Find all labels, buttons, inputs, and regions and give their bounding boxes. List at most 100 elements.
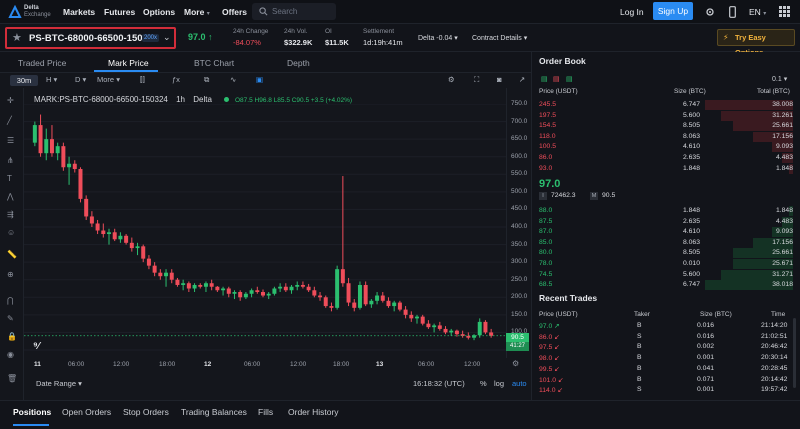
stat-label-24h-change: 24h Change xyxy=(233,28,269,35)
nav-markets[interactable]: Markets xyxy=(63,7,95,17)
eye-icon[interactable]: ◉ xyxy=(7,350,18,361)
percent-scale-toggle[interactable]: % xyxy=(480,379,487,388)
order-book-row[interactable]: 74.5 5.600 31.271 xyxy=(537,269,793,281)
order-book-row[interactable]: 245.5 6.747 38.008 xyxy=(537,100,793,111)
candle-type-icon[interactable]: ⫿⫿ xyxy=(140,75,145,85)
axis-settings-icon[interactable]: ⚙ xyxy=(512,359,519,368)
order-book-row[interactable]: 85.0 8.063 17.156 xyxy=(537,237,793,249)
emoji-icon[interactable]: ☺ xyxy=(7,228,18,239)
row-size: 1.848 xyxy=(682,207,700,214)
order-book-row[interactable]: 118.0 8.063 17.156 xyxy=(537,131,793,143)
interval-h-label: H xyxy=(46,75,52,84)
trash-icon[interactable]: 🗑 xyxy=(7,374,18,385)
tab-open-orders[interactable]: Open Orders xyxy=(62,407,111,417)
price-axis[interactable]: 750.0 700.0 650.0 600.0 550.0 500.0 450.0 400.0… xyxy=(506,88,531,358)
lock-icon[interactable]: 🔒 xyxy=(7,332,18,343)
pattern-icon[interactable]: ⋀ xyxy=(7,192,18,203)
order-book-row[interactable]: 154.5 8.505 25.661 xyxy=(537,121,793,132)
candle-down xyxy=(61,146,66,168)
language-selector[interactable]: EN ▾ xyxy=(749,7,766,17)
auto-scale-toggle[interactable]: auto xyxy=(512,379,527,388)
ruler-icon[interactable]: 📏 xyxy=(7,250,18,261)
candlestick-chart[interactable] xyxy=(24,104,506,354)
crosshair-icon[interactable]: ✛ xyxy=(7,96,18,107)
chevron-down-icon: ▾ xyxy=(116,75,120,84)
order-book-row[interactable]: 87.5 2.635 4.483 xyxy=(537,216,793,228)
popout-icon[interactable]: ↗ xyxy=(519,75,525,84)
delta-logo-icon[interactable] xyxy=(8,5,22,19)
nav-offers[interactable]: Offers xyxy=(222,7,247,17)
trade-size: 0.016 xyxy=(697,322,715,329)
order-book-row[interactable]: 80.0 8.505 25.661 xyxy=(537,248,793,259)
order-book-row[interactable]: 78.0 0.010 25.671 xyxy=(537,259,793,270)
tick-size-dropdown[interactable]: 0.1 ▾ xyxy=(772,75,787,83)
tab-mark-price[interactable]: Mark Price xyxy=(108,58,149,68)
layout-icon[interactable]: ▣ xyxy=(256,75,263,84)
nav-more[interactable]: More ▾ xyxy=(184,7,210,17)
compare-icon[interactable]: ⧉ xyxy=(204,75,209,85)
interval-d-selector[interactable]: D ▾ xyxy=(75,75,86,84)
try-easy-options-button[interactable]: ⚡ Try Easy Options xyxy=(717,29,795,57)
login-button[interactable]: Log In xyxy=(620,7,644,17)
app-grid-icon[interactable] xyxy=(779,6,790,17)
star-favorite-icon[interactable]: ★ xyxy=(12,31,22,44)
book-view-both-icon[interactable]: ▤ xyxy=(541,75,548,83)
book-view-bids-icon[interactable]: ▤ xyxy=(566,75,573,83)
trade-taker: S xyxy=(637,386,642,394)
camera-icon[interactable]: ◙ xyxy=(497,75,502,84)
chart-settings-icon[interactable]: ⚙ xyxy=(448,75,455,84)
nav-futures[interactable]: Futures xyxy=(104,7,135,17)
utc-time[interactable]: 16:18:32 (UTC) xyxy=(413,379,465,388)
trade-time: 20:30:14 xyxy=(761,354,788,362)
delta-value: -0.04 xyxy=(436,35,453,42)
tab-depth[interactable]: Depth xyxy=(287,58,310,68)
interval-h-selector[interactable]: H ▾ xyxy=(46,75,57,84)
tab-traded-price[interactable]: Traded Price xyxy=(18,58,66,68)
line-type-icon[interactable]: ∿ xyxy=(230,75,236,84)
tab-trading-balances[interactable]: Trading Balances xyxy=(181,407,247,417)
date-range-dropdown[interactable]: Date Range ▾ xyxy=(36,379,82,388)
interval-more-selector[interactable]: More ▾ xyxy=(97,75,120,84)
order-book-row[interactable]: 86.0 2.635 4.483 xyxy=(537,153,793,164)
pitchfork-icon[interactable]: ⋔ xyxy=(7,156,18,167)
tab-stop-orders[interactable]: Stop Orders xyxy=(123,407,169,417)
magnet-icon[interactable]: ⋂ xyxy=(7,296,18,307)
tab-btc-chart[interactable]: BTC Chart xyxy=(194,58,234,68)
lock-drawings-icon[interactable]: ✎ xyxy=(7,314,18,325)
trades-scrollbar[interactable] xyxy=(793,318,796,388)
book-view-asks-icon[interactable]: ▤ xyxy=(553,75,560,83)
tab-positions[interactable]: Positions xyxy=(13,407,51,417)
fullscreen-icon[interactable]: ⛶ xyxy=(474,75,479,85)
order-book-row[interactable]: 197.5 5.600 31.261 xyxy=(537,110,793,122)
signup-button[interactable]: Sign Up xyxy=(653,2,693,20)
indicators-icon[interactable]: ƒx xyxy=(172,75,180,84)
zoom-in-icon[interactable]: ⊕ xyxy=(7,270,18,281)
date-range-label: Date Range xyxy=(36,379,77,388)
search-input[interactable]: Search xyxy=(252,3,336,20)
text-tool-icon[interactable]: T xyxy=(7,174,18,185)
order-book-row[interactable]: 87.0 4.610 9.093 xyxy=(537,227,793,238)
projection-icon[interactable]: ⇶ xyxy=(7,210,18,221)
nav-options[interactable]: Options xyxy=(143,7,175,17)
horizontal-lines-icon[interactable]: ☰ xyxy=(7,136,18,147)
contract-details-dropdown[interactable]: Contract Details ▾ xyxy=(472,34,527,42)
order-book-row[interactable]: 68.5 6.747 38.018 xyxy=(537,280,793,291)
y-tick-label: 250.0 xyxy=(511,275,528,283)
interval-30m-button[interactable]: 30m xyxy=(10,75,38,86)
tab-order-history[interactable]: Order History xyxy=(288,407,339,417)
candle-down xyxy=(329,306,334,308)
order-book-row[interactable]: 93.0 1.848 1.848 xyxy=(537,163,793,175)
trendline-icon[interactable]: ╱ xyxy=(7,116,18,127)
y-tick-label: 550.0 xyxy=(511,170,528,178)
contract-selector[interactable]: ★ PS-BTC-68000-66500-150324 200x ⌄ xyxy=(5,27,176,49)
y-tick-label: 200.0 xyxy=(511,293,528,301)
tab-fills[interactable]: Fills xyxy=(258,407,273,417)
order-book-row[interactable]: 88.0 1.848 1.848 xyxy=(537,206,793,217)
delta-selector[interactable]: Delta -0.04 ▾ xyxy=(418,34,458,42)
mobile-app-icon[interactable] xyxy=(729,6,736,18)
order-book-row[interactable]: 100.5 4.610 9.093 xyxy=(537,142,793,153)
ob-header-total: Total (BTC) xyxy=(757,88,790,95)
settings-gear-icon[interactable] xyxy=(705,7,715,17)
y-tick-label: 150.0 xyxy=(511,310,528,318)
log-scale-toggle[interactable]: log xyxy=(494,379,504,388)
